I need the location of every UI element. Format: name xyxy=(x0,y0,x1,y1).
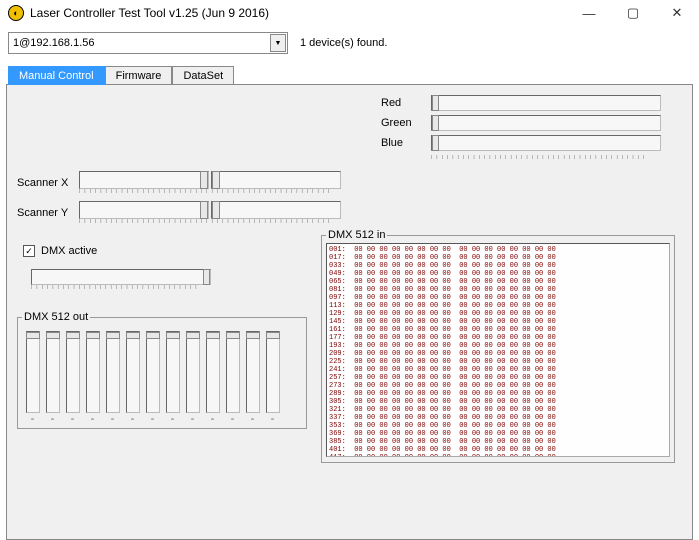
scanner-x-slider-coarse[interactable] xyxy=(79,171,209,189)
device-combo-value: 1@192.168.1.56 xyxy=(13,37,95,49)
dmx-out-slider-2[interactable] xyxy=(46,331,60,413)
blue-slider[interactable] xyxy=(431,135,661,151)
blue-label: Blue xyxy=(381,137,431,149)
scanner-x-slider-fine[interactable] xyxy=(211,171,341,189)
dmx-out-slider-9[interactable] xyxy=(186,331,200,413)
red-label: Red xyxy=(381,97,431,109)
dmx-master-slider[interactable] xyxy=(31,269,211,285)
dmx-out-slider-13[interactable] xyxy=(266,331,280,413)
close-button[interactable]: ✕ xyxy=(655,0,699,26)
tab-firmware[interactable]: Firmware xyxy=(105,66,173,85)
dmx-in-group: DMX 512 in 001: 00 00 00 00 00 00 00 00 … xyxy=(321,229,675,463)
dmx-out-slider-11[interactable] xyxy=(226,331,240,413)
dmx-out-slider-8[interactable] xyxy=(166,331,180,413)
chevron-down-icon[interactable]: ▼ xyxy=(270,34,286,52)
device-combo[interactable]: 1@192.168.1.56 ▼ xyxy=(8,32,288,54)
dmx-out-legend: DMX 512 out xyxy=(22,311,90,323)
dmx-out-slider-3[interactable] xyxy=(66,331,80,413)
dmx-out-slider-12[interactable] xyxy=(246,331,260,413)
toolbar: 1@192.168.1.56 ▼ 1 device(s) found. xyxy=(0,26,699,60)
dmx-out-group: DMX 512 out ------------- xyxy=(17,311,307,429)
scanner-y-slider-coarse[interactable] xyxy=(79,201,209,219)
dmx-in-dump: 001: 00 00 00 00 00 00 00 00 00 00 00 00… xyxy=(326,243,670,457)
dmx-in-legend: DMX 512 in xyxy=(326,229,387,241)
tab-manual-control[interactable]: Manual Control xyxy=(8,66,105,85)
minimize-button[interactable]: — xyxy=(567,0,611,26)
scanner-y-slider-fine[interactable] xyxy=(211,201,341,219)
red-slider[interactable] xyxy=(431,95,661,111)
scanner-x-label: Scanner X xyxy=(17,177,79,189)
green-label: Green xyxy=(381,117,431,129)
dmx-out-slider-4[interactable] xyxy=(86,331,100,413)
tab-panel: Scanner X ||||||||||||||||||||||||||||||… xyxy=(6,84,693,540)
tab-dataset[interactable]: DataSet xyxy=(172,66,234,85)
green-slider[interactable] xyxy=(431,115,661,131)
window-title: Laser Controller Test Tool v1.25 (Jun 9 … xyxy=(30,6,269,20)
dmx-out-slider-5[interactable] xyxy=(106,331,120,413)
titlebar: ◐ Laser Controller Test Tool v1.25 (Jun … xyxy=(0,0,699,26)
dmx-out-slider-7[interactable] xyxy=(146,331,160,413)
tab-bar: Manual Control Firmware DataSet xyxy=(8,62,699,84)
dmx-active-checkbox[interactable]: ✓ xyxy=(23,245,35,257)
app-icon: ◐ xyxy=(8,5,24,21)
scanner-y-label: Scanner Y xyxy=(17,207,79,219)
device-status: 1 device(s) found. xyxy=(300,37,387,49)
dmx-active-label: DMX active xyxy=(41,245,97,257)
maximize-button[interactable]: ▢ xyxy=(611,0,655,26)
dmx-out-slider-6[interactable] xyxy=(126,331,140,413)
dmx-out-slider-10[interactable] xyxy=(206,331,220,413)
dmx-out-slider-1[interactable] xyxy=(26,331,40,413)
